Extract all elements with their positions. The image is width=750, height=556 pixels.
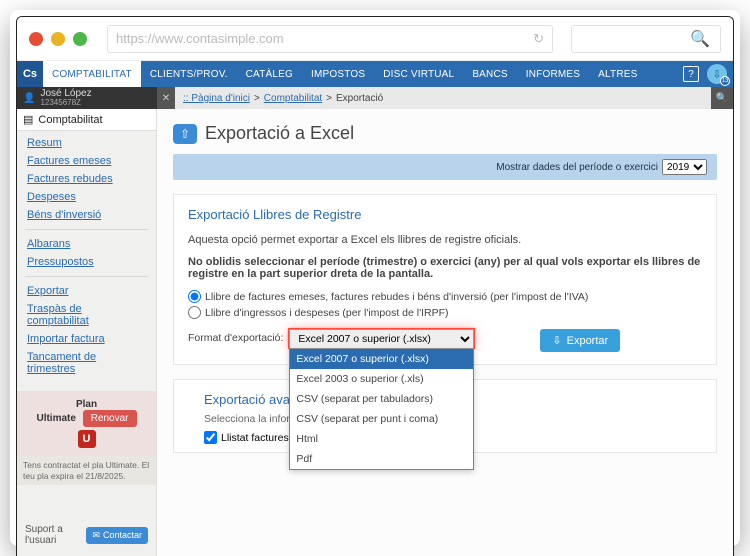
section1-title: Exportació Llibres de Registre [188,207,702,222]
format-label: Format d'exportació: [188,329,283,344]
url-bar[interactable]: https://www.contasimple.com ↻ [107,25,553,53]
side-despeses[interactable]: Despeses [17,188,156,206]
radio-irpf-label: Llibre d'ingressos i despeses (per l'imp… [205,307,449,319]
side-factures-rebudes[interactable]: Factures rebudes [17,170,156,188]
export-button[interactable]: ⇩ Exportar [540,329,620,352]
help-icon[interactable]: ? [683,66,699,82]
search-icon: 🔍 [690,29,710,49]
support-box: Suport a l'usuari ✉ Contactar [17,514,156,556]
side-exportar[interactable]: Exportar [17,282,156,300]
nav-cataleg[interactable]: CATÀLEG [237,61,302,87]
browser-search[interactable]: 🔍 [571,25,721,53]
window-close-dot[interactable] [29,32,43,46]
format-dropdown[interactable]: Excel 2007 o superior (.xlsx) Excel 2007… [289,329,474,349]
format-select[interactable]: Excel 2007 o superior (.xlsx) [289,329,474,349]
sidebar-title: ▤ Comptabilitat [17,109,156,131]
radio-iva[interactable] [188,290,201,303]
plan-badge: U [78,430,96,448]
side-importar[interactable]: Importar factura [17,330,156,348]
breadcrumb-root[interactable]: :: Pàgina d'inici [183,93,250,104]
period-select[interactable]: 2019 [662,159,707,175]
support-label: Suport a l'usuari [25,524,86,546]
subbar-search-icon[interactable]: 🔍 [711,87,733,109]
window-min-dot[interactable] [51,32,65,46]
side-bens[interactable]: Béns d'inversió [17,206,156,224]
user-close-icon[interactable]: ✕ [157,87,175,109]
user-block[interactable]: 👤 José López 12345678Z [17,87,157,109]
user-id: 12345678Z [40,99,91,107]
side-factures-emeses[interactable]: Factures emeses [17,152,156,170]
renew-button[interactable]: Renovar [83,410,137,427]
window-max-dot[interactable] [73,32,87,46]
opt-csv-tab[interactable]: CSV (separat per tabuladors) [290,389,473,409]
opt-csv-semicolon[interactable]: CSV (separat per punt i coma) [290,409,473,429]
page-title-row: ⇧ Exportació a Excel [157,109,733,154]
section1-bold: No oblidis seleccionar el període (trime… [188,256,700,280]
plan-note: Tens contractat el pla Ultimate. El teu … [17,456,156,485]
side-resum[interactable]: Resum [17,134,156,152]
nav-bancs[interactable]: BANCS [463,61,516,87]
cloud-upload-icon: ⇧ [173,124,197,144]
format-options-open: Excel 2007 o superior (.xlsx) Excel 2003… [289,349,474,470]
nav-disc[interactable]: DISC VIRTUAL [374,61,463,87]
opt-html[interactable]: Html [290,429,473,449]
mail-icon: ✉ [92,530,100,541]
top-nav: Cs COMPTABILITAT CLIENTS/PROV. CATÀLEG I… [17,61,733,87]
sub-bar: 👤 José López 12345678Z ✕ :: Pàgina d'ini… [17,87,733,109]
side-tancament[interactable]: Tancament de trimestres [17,348,156,378]
side-albarans[interactable]: Albarans [17,235,156,253]
browser-chrome: https://www.contasimple.com ↻ 🔍 [17,17,733,61]
period-label: Mostrar dades del període o exercici [496,162,658,173]
opt-xlsx[interactable]: Excel 2007 o superior (.xlsx) [290,349,473,369]
sidebar: ▤ Comptabilitat Resum Factures emeses Fa… [17,109,157,556]
breadcrumb-leaf: Exportació [336,93,383,104]
nav-informes[interactable]: INFORMES [517,61,589,87]
nav-comptabilitat[interactable]: COMPTABILITAT [43,61,141,87]
main: ⇧ Exportació a Excel Mostrar dades del p… [157,109,733,556]
nav-impostos[interactable]: IMPOSTOS [302,61,374,87]
plan-box: PlanUltimate Renovar U [17,391,156,456]
side-pressupostos[interactable]: Pressupostos [17,253,156,271]
radio-irpf[interactable] [188,306,201,319]
nav-altres[interactable]: ALTRES [589,61,646,87]
opt-xls[interactable]: Excel 2003 o superior (.xls) [290,369,473,389]
page-title: Exportació a Excel [205,123,354,144]
breadcrumb-mid[interactable]: Comptabilitat [264,93,322,104]
avatar-badge: 13 [720,76,730,86]
side-traspas[interactable]: Traspàs de comptabilitat [17,300,156,330]
doc-icon: ▤ [23,113,33,126]
reload-icon[interactable]: ↻ [533,31,544,47]
user-icon: 👤 [23,93,35,104]
radio-iva-label: Llibre de factures emeses, factures rebu… [205,291,588,303]
nav-clients[interactable]: CLIENTS/PROV. [141,61,237,87]
section1-intro: Aquesta opció permet exportar a Excel el… [188,234,702,246]
avatar[interactable]: ⇩ 13 [707,64,727,84]
period-bar: Mostrar dades del període o exercici 201… [173,154,717,180]
panel-llibres: Exportació Llibres de Registre Aquesta o… [173,194,717,365]
chk-llistat[interactable] [204,431,217,444]
logo[interactable]: Cs [17,61,43,87]
contact-button[interactable]: ✉ Contactar [86,527,148,544]
url-text: https://www.contasimple.com [116,31,284,46]
download-icon: ⇩ [552,334,561,347]
breadcrumb: :: Pàgina d'inici > Comptabilitat > Expo… [175,87,711,109]
opt-pdf[interactable]: Pdf [290,449,473,469]
